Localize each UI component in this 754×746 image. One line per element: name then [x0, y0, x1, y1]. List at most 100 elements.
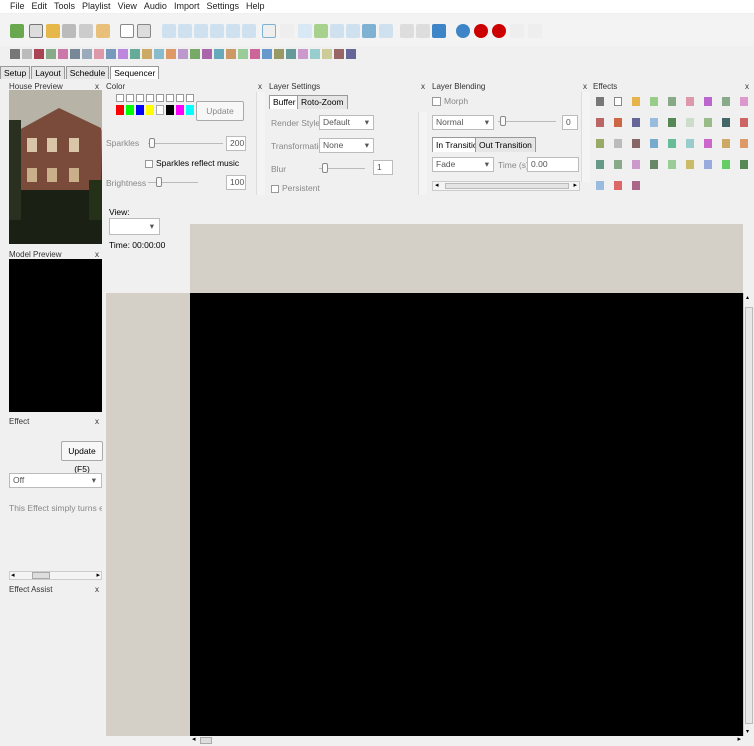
menu-file[interactable]: File — [10, 0, 25, 13]
menu-import[interactable]: Import — [174, 0, 200, 13]
effect-assist-close-icon[interactable]: x — [95, 585, 99, 595]
transition-select[interactable]: Fade ▾ — [432, 157, 494, 172]
effect-plasma-icon[interactable] — [740, 139, 748, 148]
fast-forward-icon[interactable] — [226, 24, 240, 38]
layer-settings-scrollbar[interactable] — [418, 112, 427, 195]
view-select[interactable]: ▾ — [109, 218, 160, 235]
palette-checkbox-3[interactable] — [136, 94, 144, 102]
save-icon[interactable] — [62, 24, 76, 38]
tab-layout[interactable]: Layout — [31, 66, 65, 79]
pause-icon[interactable] — [178, 24, 192, 38]
scroll-right-icon[interactable]: ▸ — [737, 735, 741, 743]
scroll-up-icon[interactable]: ▴ — [746, 294, 749, 301]
palette-checkbox-5[interactable] — [156, 94, 164, 102]
sparkles-reflect-checkbox[interactable] — [145, 160, 153, 168]
tab-buffer[interactable]: Buffer — [269, 95, 300, 109]
effect-tree-icon[interactable] — [322, 49, 332, 59]
menu-view[interactable]: View — [118, 0, 137, 13]
effect-on-icon[interactable] — [22, 49, 32, 59]
effect-life-icon[interactable] — [722, 118, 730, 127]
settings-icon[interactable] — [432, 24, 446, 38]
paste-icon[interactable] — [137, 24, 151, 38]
blending-horizontal-scrollbar[interactable]: ◂ ▸ — [432, 181, 580, 191]
effect-fill-icon[interactable] — [596, 118, 604, 127]
effect-pinwheel-icon[interactable] — [722, 139, 730, 148]
color-panel-close-icon[interactable]: x — [258, 82, 262, 92]
effect-fireworks-icon[interactable] — [106, 49, 116, 59]
effect-shape-icon[interactable] — [614, 160, 622, 169]
palette-checkbox-4[interactable] — [146, 94, 154, 102]
palette-checkbox-7[interactable] — [176, 94, 184, 102]
tab-setup[interactable]: Setup — [0, 66, 31, 79]
effect-curtain-icon[interactable] — [704, 97, 712, 106]
brightness-slider-thumb[interactable] — [156, 177, 162, 187]
tab-roto-zoom[interactable]: Roto-Zoom — [297, 95, 348, 109]
effect-shimmer-icon[interactable] — [238, 49, 248, 59]
effect-bars-icon[interactable] — [34, 49, 44, 59]
effect-piano-icon[interactable] — [686, 139, 694, 148]
effect-dmx-icon[interactable] — [722, 97, 730, 106]
effect-text-icon[interactable] — [310, 49, 320, 59]
effect-spirals-icon[interactable] — [286, 49, 296, 59]
tag-icon[interactable] — [298, 24, 312, 38]
blur-value[interactable]: 1 — [373, 160, 393, 175]
scroll-left-icon[interactable]: ◂ — [11, 571, 15, 579]
effect-plasma-icon[interactable] — [214, 49, 224, 59]
effect-on-icon[interactable] — [614, 97, 622, 106]
effect-life-icon[interactable] — [142, 49, 152, 59]
table-icon[interactable] — [379, 24, 393, 38]
sparkles-slider-thumb[interactable] — [149, 138, 155, 148]
rewind-icon[interactable] — [210, 24, 224, 38]
effect-fire-icon[interactable] — [94, 49, 104, 59]
scroll-right-icon[interactable]: ▸ — [573, 181, 577, 189]
info-icon[interactable] — [456, 24, 470, 38]
menu-audio[interactable]: Audio — [144, 0, 167, 13]
effect-strobe-icon[interactable] — [614, 181, 622, 190]
effect-lightning-icon[interactable] — [740, 118, 748, 127]
palette-checkbox-1[interactable] — [116, 94, 124, 102]
blur-slider-thumb[interactable] — [322, 163, 328, 173]
triangle-icon[interactable] — [262, 24, 276, 38]
effect-glediator-icon[interactable] — [686, 118, 694, 127]
menu-help[interactable]: Help — [246, 0, 265, 13]
pencil-icon[interactable] — [314, 24, 328, 38]
sparkles-value[interactable]: 200 — [226, 136, 246, 151]
effect-servo-icon[interactable] — [596, 160, 604, 169]
layer-settings-close-icon[interactable]: x — [421, 82, 425, 92]
effect-update-button[interactable]: Update (F5) — [61, 441, 103, 474]
blend-mix-slider[interactable] — [498, 121, 556, 122]
effect-colorwash-icon[interactable] — [686, 97, 694, 106]
scroll-thumb[interactable] — [200, 737, 212, 744]
effect-strobe-icon[interactable] — [298, 49, 308, 59]
timeline-header[interactable] — [190, 224, 743, 293]
zoom-out-icon[interactable] — [416, 24, 430, 38]
transformation-select[interactable]: None ▾ — [319, 138, 374, 153]
persistent-checkbox[interactable] — [271, 185, 279, 193]
menu-settings[interactable]: Settings — [206, 0, 239, 13]
brightness-value[interactable]: 100 — [226, 175, 246, 190]
effect-shockwave-icon[interactable] — [650, 160, 658, 169]
effect-snowstorm-icon[interactable] — [722, 160, 730, 169]
effect-face-icon[interactable] — [740, 97, 748, 106]
effect-ripple-icon[interactable] — [226, 49, 236, 59]
layer-blending-close-icon[interactable]: x — [583, 82, 587, 92]
effect-curtain-icon[interactable] — [82, 49, 92, 59]
palette-swatch-green[interactable] — [126, 105, 134, 115]
scroll-left-icon[interactable]: ◂ — [192, 735, 196, 743]
palette-swatch-white[interactable] — [156, 105, 164, 115]
scroll-left-icon[interactable]: ◂ — [435, 181, 439, 189]
effect-garlands-icon[interactable] — [668, 118, 676, 127]
tab-out-transition[interactable]: Out Transition — [475, 137, 536, 152]
effect-bars-icon[interactable] — [632, 97, 640, 106]
effect-garlands-icon[interactable] — [118, 49, 128, 59]
row-headings[interactable] — [106, 293, 190, 736]
favorite-icon[interactable] — [346, 24, 360, 38]
palette-swatch-blue[interactable] — [136, 105, 144, 115]
scroll-thumb[interactable] — [745, 307, 753, 724]
mirror-icon[interactable] — [280, 24, 294, 38]
effect-panel-close-icon[interactable]: x — [95, 417, 99, 427]
render-icon[interactable] — [96, 24, 110, 38]
palette-swatch-red[interactable] — [116, 105, 124, 115]
effect-kaleidoscope-icon[interactable] — [704, 118, 712, 127]
effect-liquid-icon[interactable] — [596, 139, 604, 148]
